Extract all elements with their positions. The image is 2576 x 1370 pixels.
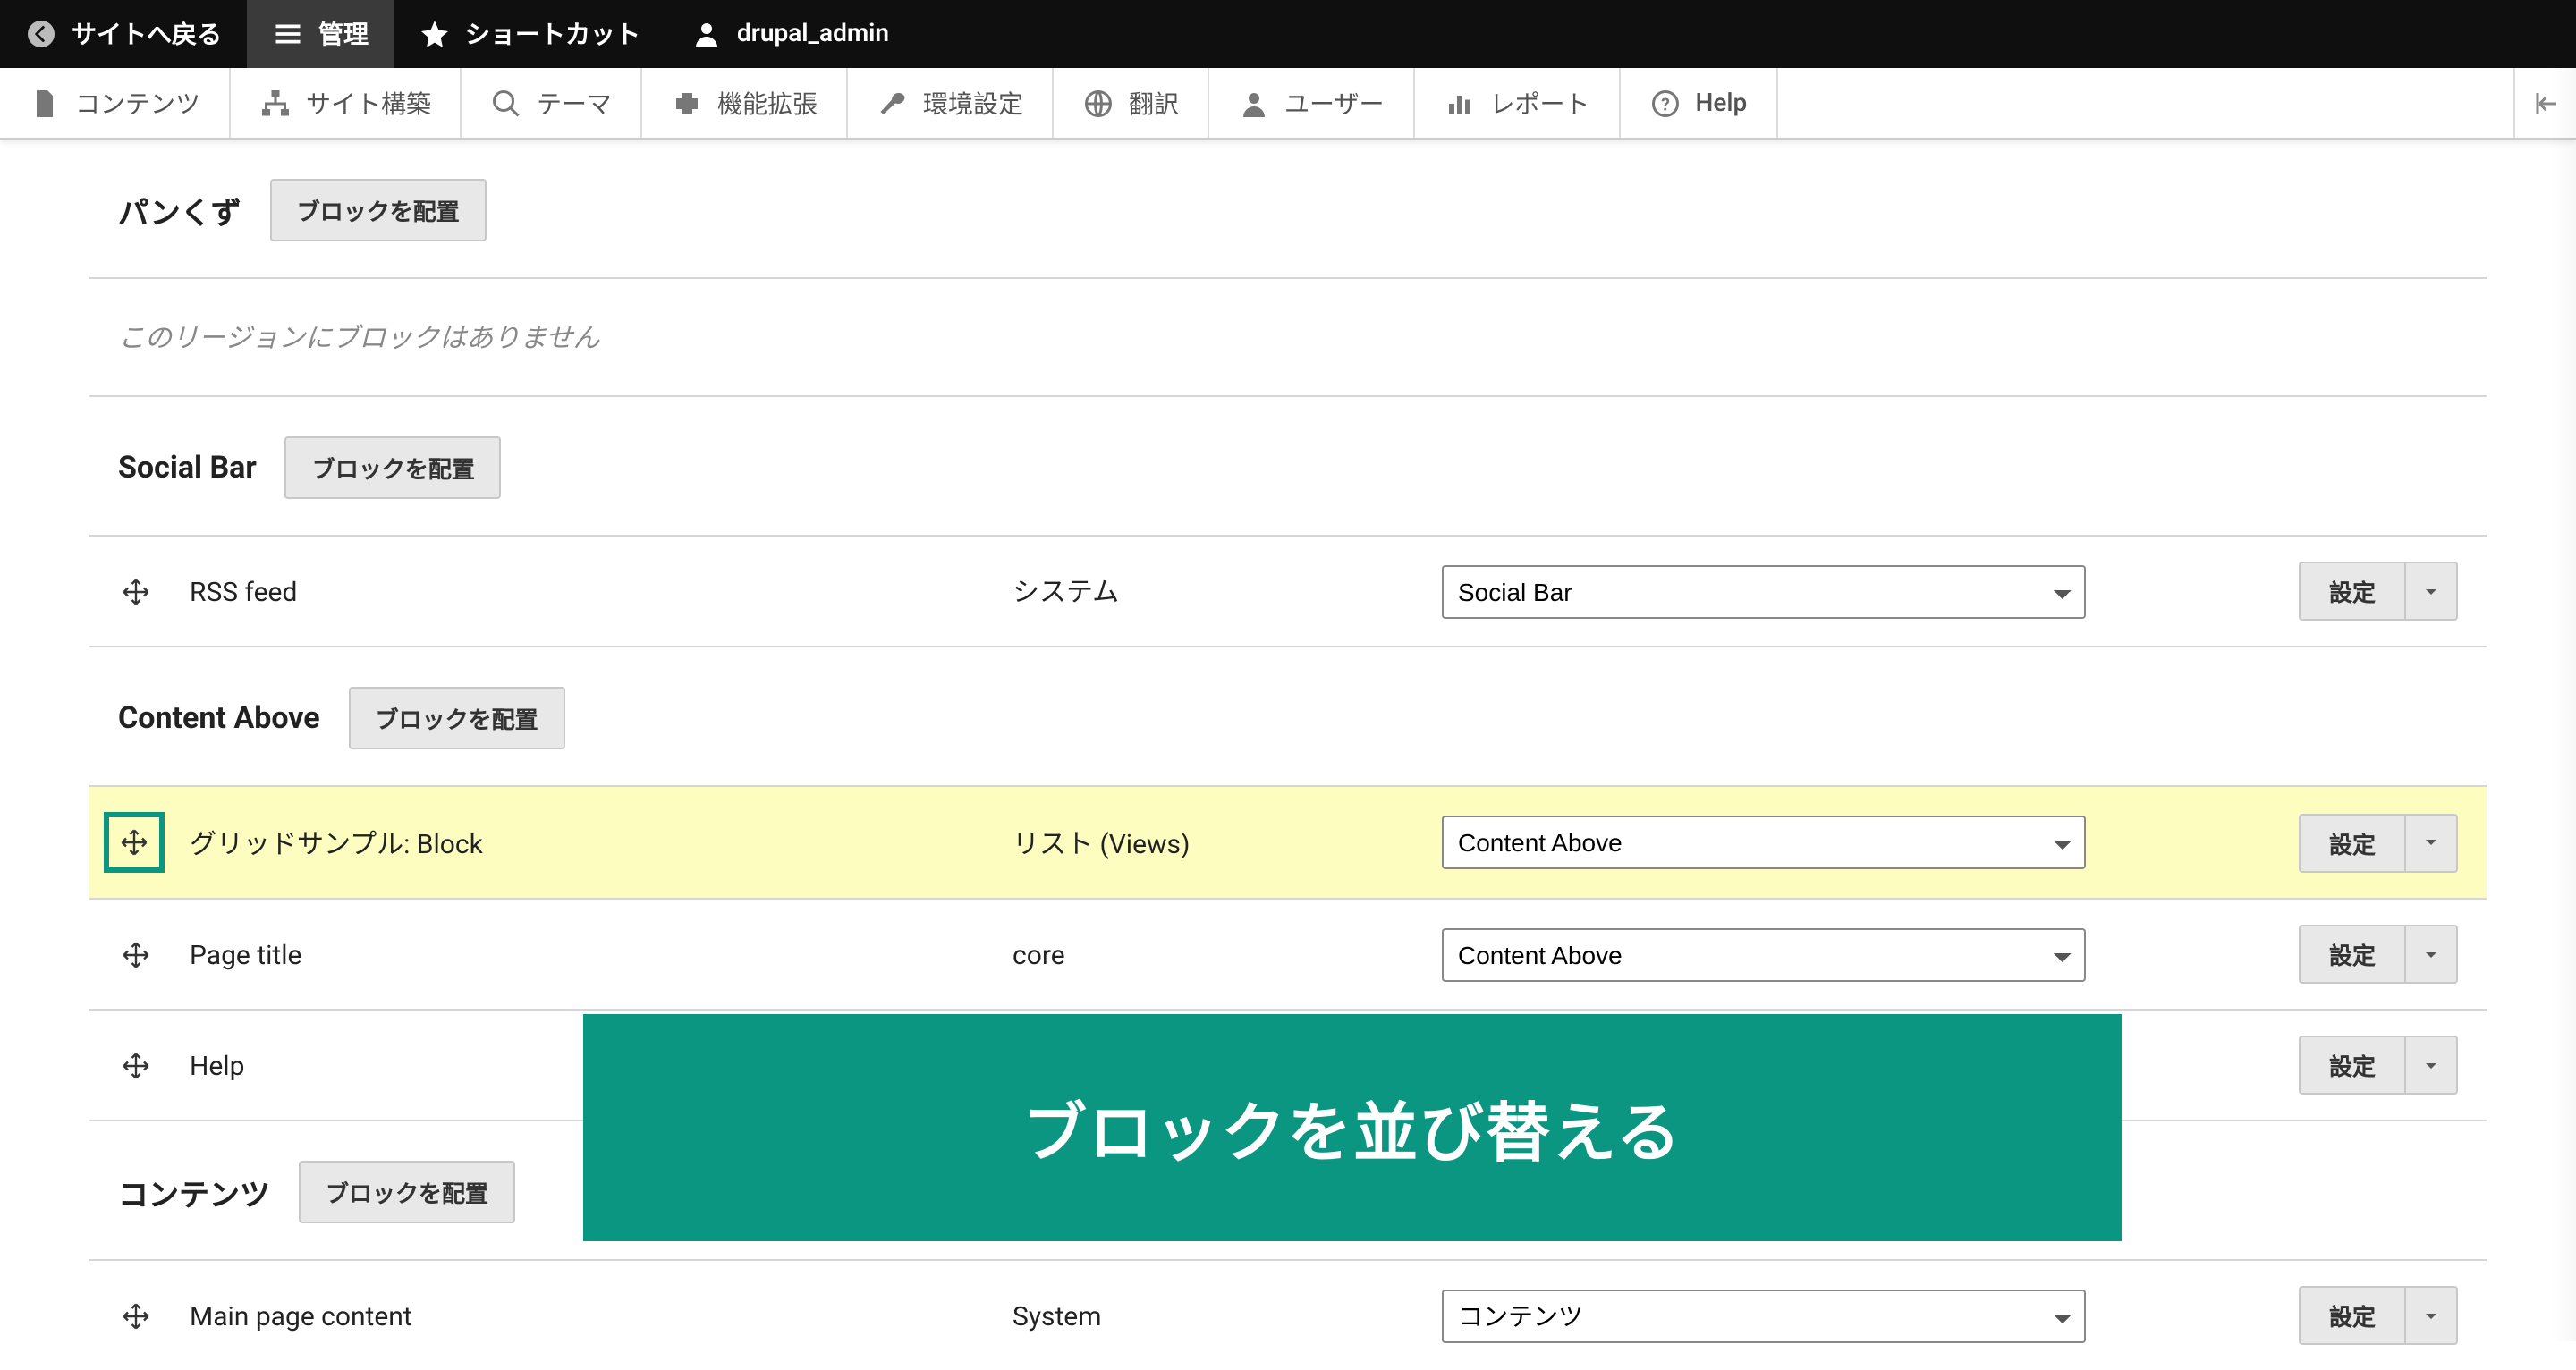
block-category: System [1013, 1299, 1442, 1332]
region-select[interactable]: Social Bar [1442, 564, 2086, 618]
configure-button[interactable]: 設定 [2299, 925, 2404, 984]
operations-caret[interactable] [2404, 1036, 2458, 1095]
place-block-button[interactable]: ブロックを配置 [349, 687, 565, 749]
block-name: Page title [190, 938, 1013, 970]
place-block-button[interactable]: ブロックを配置 [270, 179, 487, 241]
menu-content-label: コンテンツ [75, 85, 200, 121]
operations-caret[interactable] [2404, 925, 2458, 984]
drag-handle-icon[interactable] [118, 936, 154, 972]
back-arrow-icon [25, 18, 57, 50]
menu-content[interactable]: コンテンツ [0, 68, 231, 138]
hamburger-icon [272, 18, 304, 50]
sitemap-icon [259, 87, 292, 119]
manage-label: 管理 [318, 16, 369, 52]
user-menu-link[interactable]: drupal_admin [665, 0, 914, 68]
operations-dropdown: 設定 [2299, 1286, 2458, 1345]
help-icon: ? [1648, 87, 1681, 119]
operations-caret[interactable] [2404, 1286, 2458, 1345]
operations-dropdown: 設定 [2299, 1036, 2458, 1095]
region-title: Social Bar [118, 450, 257, 486]
menu-config[interactable]: 環境設定 [848, 68, 1054, 138]
region-header-breadcrumb: パンくず ブロックを配置 [89, 140, 2487, 279]
back-to-site-link[interactable]: サイトへ戻る [0, 0, 247, 68]
menu-reports-label: レポート [1489, 85, 1589, 121]
menu-translate-label: 翻訳 [1129, 85, 1179, 121]
menu-help[interactable]: ? Help [1620, 68, 1777, 138]
block-row: Page title core Content Above 設定 [89, 900, 2487, 1011]
region-header-content-above: Content Above ブロックを配置 [89, 647, 2487, 787]
block-name: RSS feed [190, 575, 1013, 607]
configure-button[interactable]: 設定 [2299, 813, 2404, 872]
operations-dropdown: 設定 [2299, 562, 2458, 621]
operations-caret[interactable] [2404, 562, 2458, 621]
operations-dropdown: 設定 [2299, 813, 2458, 872]
region-title: パンくず [118, 188, 242, 233]
callout-text: ブロックを並び替える [1022, 1081, 1682, 1174]
block-row: RSS feed システム Social Bar 設定 [89, 537, 2487, 647]
globe-icon [1082, 87, 1114, 119]
menu-people-label: ユーザー [1284, 85, 1384, 121]
menu-people[interactable]: ユーザー [1209, 68, 1414, 138]
region-header-socialbar: Social Bar ブロックを配置 [89, 397, 2487, 537]
drag-handle-icon[interactable] [104, 812, 165, 873]
menu-config-label: 環境設定 [923, 85, 1023, 121]
menu-translate[interactable]: 翻訳 [1054, 68, 1209, 138]
block-row: グリッドサンプル: Block リスト (Views) Content Abov… [89, 787, 2487, 900]
shortcuts-link[interactable]: ショートカット [394, 0, 665, 68]
menu-extend-label: 機能拡張 [717, 85, 818, 121]
collapse-tray-button[interactable] [2515, 68, 2576, 138]
empty-region-message: このリージョンにブロックはありません [89, 279, 2487, 397]
configure-button[interactable]: 設定 [2299, 1036, 2404, 1095]
paint-icon [490, 87, 522, 119]
operations-dropdown: 設定 [2299, 925, 2458, 984]
operations-caret[interactable] [2404, 813, 2458, 872]
manage-toggle[interactable]: 管理 [247, 0, 394, 68]
user-icon [691, 18, 723, 50]
admin-toolbar: サイトへ戻る 管理 ショートカット drupal_admin [0, 0, 2576, 68]
menu-appearance[interactable]: テーマ [462, 68, 642, 138]
block-row: Main page content System コンテンツ 設定 [89, 1261, 2487, 1370]
chart-icon [1443, 87, 1475, 119]
admin-menu: コンテンツ サイト構築 テーマ 機能拡張 環境設定 翻訳 ユーザー レポート [0, 68, 2576, 140]
menu-extend[interactable]: 機能拡張 [642, 68, 848, 138]
drag-handle-icon[interactable] [118, 573, 154, 609]
menu-structure-label: サイト構築 [306, 85, 431, 121]
menu-structure[interactable]: サイト構築 [231, 68, 462, 138]
region-title: Content Above [118, 700, 320, 736]
block-category: システム [1013, 572, 1442, 610]
menu-reports[interactable]: レポート [1414, 68, 1620, 138]
admin-menu-spacer [1777, 68, 2515, 138]
star-icon [419, 18, 451, 50]
configure-button[interactable]: 設定 [2299, 1286, 2404, 1345]
block-category: リスト (Views) [1013, 824, 1442, 861]
block-name: Main page content [190, 1299, 1013, 1332]
region-select[interactable]: コンテンツ [1442, 1289, 2086, 1342]
configure-button[interactable]: 設定 [2299, 562, 2404, 621]
place-block-button[interactable]: ブロックを配置 [285, 436, 502, 499]
drag-handle-icon[interactable] [118, 1298, 154, 1333]
annotation-callout: ブロックを並び替える [583, 1014, 2122, 1241]
region-select[interactable]: Content Above [1442, 927, 2086, 981]
person-icon [1238, 87, 1270, 119]
wrench-icon [877, 87, 909, 119]
menu-appearance-label: テーマ [537, 85, 612, 121]
place-block-button[interactable]: ブロックを配置 [299, 1161, 515, 1223]
region-select[interactable]: Content Above [1442, 816, 2086, 869]
shortcuts-label: ショートカット [465, 16, 640, 52]
svg-text:?: ? [1661, 94, 1670, 114]
block-category: core [1013, 938, 1442, 970]
region-title: コンテンツ [118, 1170, 270, 1214]
puzzle-icon [671, 87, 703, 119]
drag-handle-icon[interactable] [118, 1047, 154, 1083]
user-label: drupal_admin [737, 20, 889, 48]
back-to-site-label: サイトへ戻る [72, 16, 222, 52]
block-name: グリッドサンプル: Block [190, 824, 1013, 861]
menu-help-label: Help [1695, 89, 1747, 117]
file-icon [29, 87, 61, 119]
collapse-icon [2529, 87, 2562, 119]
